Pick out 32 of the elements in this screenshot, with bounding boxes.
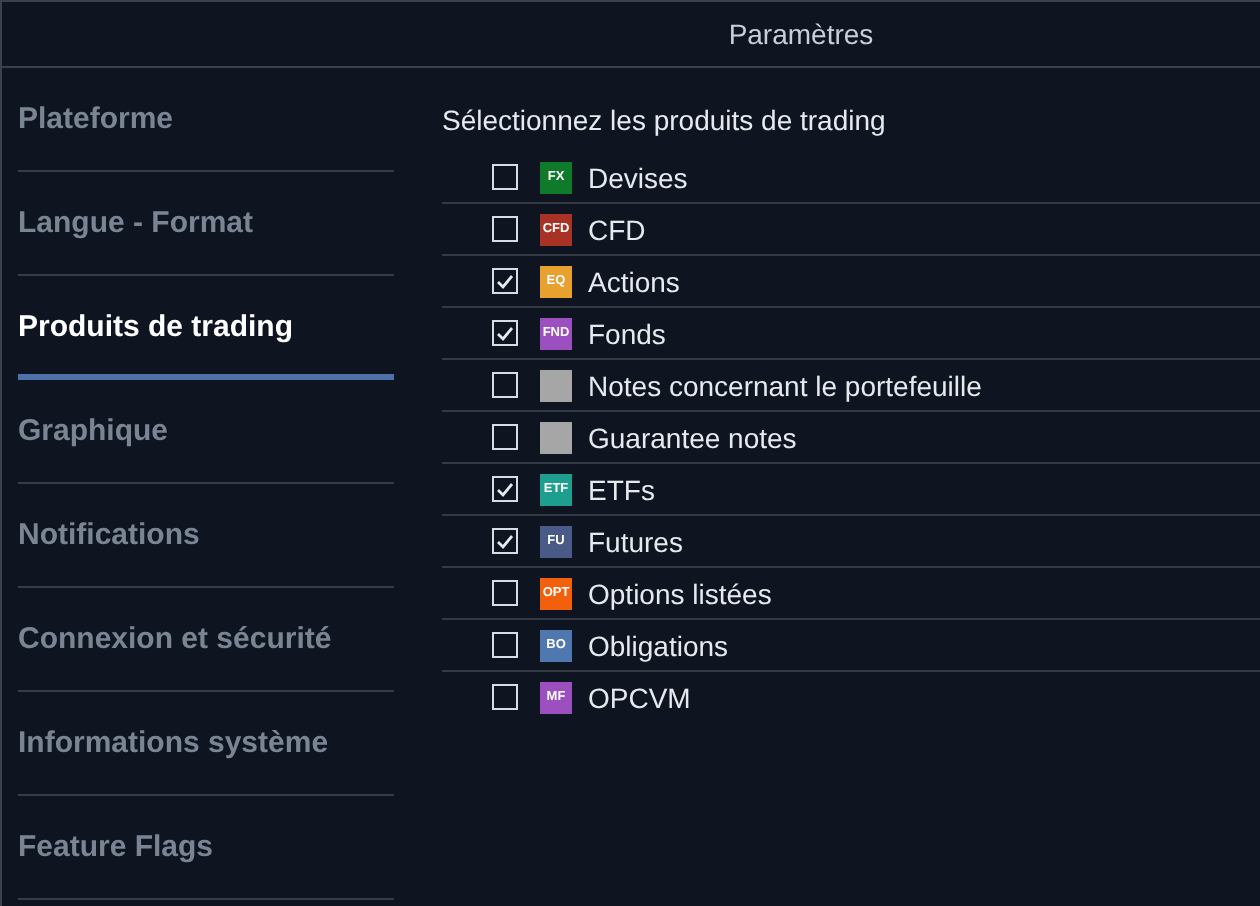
product-label: Actions: [588, 265, 680, 297]
product-label: Guarantee notes: [588, 421, 797, 453]
sidebar-item[interactable]: Feature Flags: [18, 796, 394, 900]
product-label: ETFs: [588, 473, 655, 505]
window-title: Paramètres: [728, 18, 874, 50]
sidebar-item[interactable]: Langue - Format: [18, 172, 394, 276]
checkbox[interactable]: [492, 528, 518, 554]
sidebar-item[interactable]: Notifications: [18, 484, 394, 588]
product-label: Obligations: [588, 629, 729, 661]
product-label: Devises: [588, 161, 688, 193]
checkbox[interactable]: [492, 684, 518, 710]
product-label: Fonds: [588, 317, 666, 349]
product-label: Options listées: [588, 577, 772, 609]
sidebar-item[interactable]: Plateforme: [18, 68, 394, 172]
sidebar-item[interactable]: Produits de trading: [18, 276, 394, 380]
sidebar-item[interactable]: Informations système: [18, 692, 394, 796]
checkbox[interactable]: [492, 164, 518, 190]
section-heading: Sélectionnez les produits de trading: [442, 104, 886, 136]
sidebar-item[interactable]: Graphique: [18, 380, 394, 484]
checkbox[interactable]: [492, 580, 518, 606]
checkbox[interactable]: [492, 268, 518, 294]
checkbox[interactable]: [492, 424, 518, 450]
checkbox[interactable]: [492, 632, 518, 658]
checkbox[interactable]: [492, 372, 518, 398]
sidebar-item[interactable]: Connexion et sécurité: [18, 588, 394, 692]
product-label: Notes concernant le portefeuille: [588, 369, 982, 401]
product-label: OPCVM: [588, 681, 691, 713]
checkbox[interactable]: [492, 320, 518, 346]
product-label: Futures: [588, 525, 683, 557]
product-label: CFD: [588, 213, 646, 245]
checkbox[interactable]: [492, 216, 518, 242]
checkbox[interactable]: [492, 476, 518, 502]
